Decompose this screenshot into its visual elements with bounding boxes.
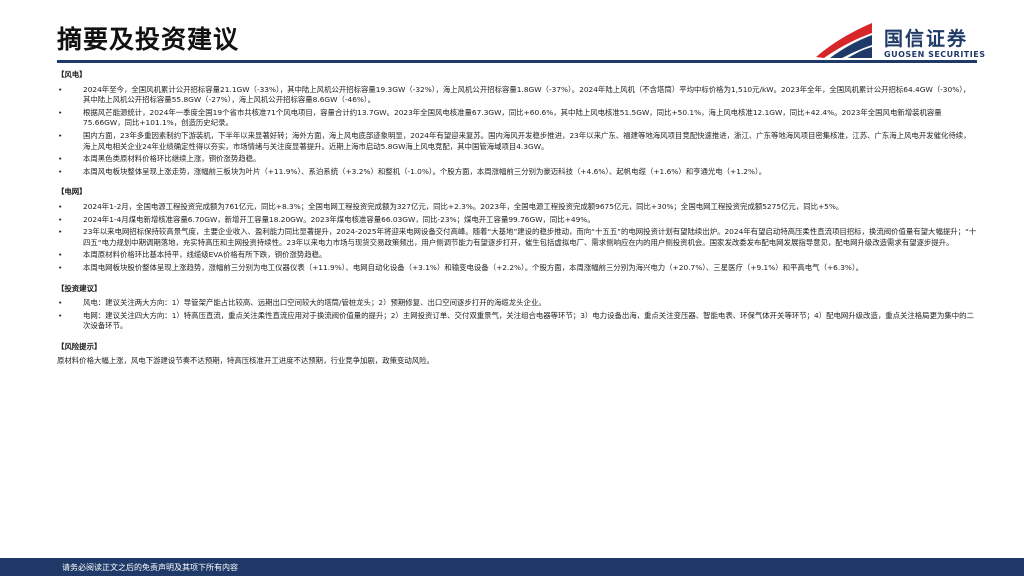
list-item: 风电：建议关注两大方向：1）导管架产能占比较高、远期出口空间较大的塔筒/管桩龙头… <box>57 298 977 309</box>
disclaimer-text: 请务必阅读正文之后的免责声明及其项下所有内容 <box>62 563 238 572</box>
company-logo: 国信证券 GUOSEN SECURITIES <box>814 21 994 67</box>
list-item: 根据风芒能源统计，2024年一季度全国19个省市共核准71个风电项目，容量合计约… <box>57 108 977 129</box>
list-item: 电网：建议关注四大方向：1）特高压直流，重点关注柔性直流应用对于换流阀价值量的提… <box>57 311 977 332</box>
list-item: 2024年1-4月煤电新增核准容量6.70GW，新增开工容量18.20GW。20… <box>57 215 977 226</box>
list-item: 2024年1-2月，全国电源工程投资完成额为761亿元，同比+8.3%；全国电网… <box>57 202 977 213</box>
list-item: 23年以来电网招标保持较高景气度，主要企业收入、盈利能力同比显著提升，2024-… <box>57 227 977 248</box>
list-item: 本周黑色类原材料价格环比继续上涨，铜价涨势趋稳。 <box>57 154 977 165</box>
list-item: 本周电网板块股价整体呈现上涨趋势，涨幅前三分别为电工仪器仪表（+11.9%）、电… <box>57 263 977 274</box>
list-item: 国内方面，23年多重因素制约下游装机，下半年以来显著好转；海外方面，海上风电底部… <box>57 131 977 152</box>
advice-bullet-list: 风电：建议关注两大方向：1）导管架产能占比较高、远期出口空间较大的塔筒/管桩龙头… <box>57 298 977 332</box>
list-item: 本周原材料价格环比基本持平，线缆级EVA价格有所下跌，铜价涨势趋稳。 <box>57 250 977 261</box>
logo-english-name: GUOSEN SECURITIES <box>884 50 986 59</box>
logo-mark-icon <box>816 23 872 58</box>
grid-bullet-list: 2024年1-2月，全国电源工程投资完成额为761亿元，同比+8.3%；全国电网… <box>57 202 977 274</box>
risk-text: 原材料价格大幅上涨，风电下游建设节奏不达预期，特高压核准开工进度不达预期，行业竞… <box>57 356 434 366</box>
section-heading-risk: 【风险提示】 <box>57 341 102 351</box>
summary-content: 【风电】 2024年至今，全国风机累计公开招标容量21.1GW（-33%），其中… <box>57 68 977 369</box>
section-heading-grid: 【电网】 <box>57 187 87 197</box>
footer-bar: 请务必阅读正文之后的免责声明及其项下所有内容 <box>0 558 1024 576</box>
logo-chinese-name: 国信证券 <box>884 28 969 50</box>
list-item: 本周风电板块整体呈现上涨走势，涨幅前三板块为叶片（+11.9%）、系泊系统（+3… <box>57 167 977 178</box>
section-heading-advice: 【投资建议】 <box>57 283 102 293</box>
wind-bullet-list: 2024年至今，全国风机累计公开招标容量21.1GW（-33%），其中陆上风机公… <box>57 85 977 178</box>
section-heading-wind: 【风电】 <box>57 70 87 79</box>
page-title: 摘要及投资建议 <box>57 25 240 54</box>
list-item: 2024年至今，全国风机累计公开招标容量21.1GW（-33%），其中陆上风机公… <box>57 85 977 106</box>
